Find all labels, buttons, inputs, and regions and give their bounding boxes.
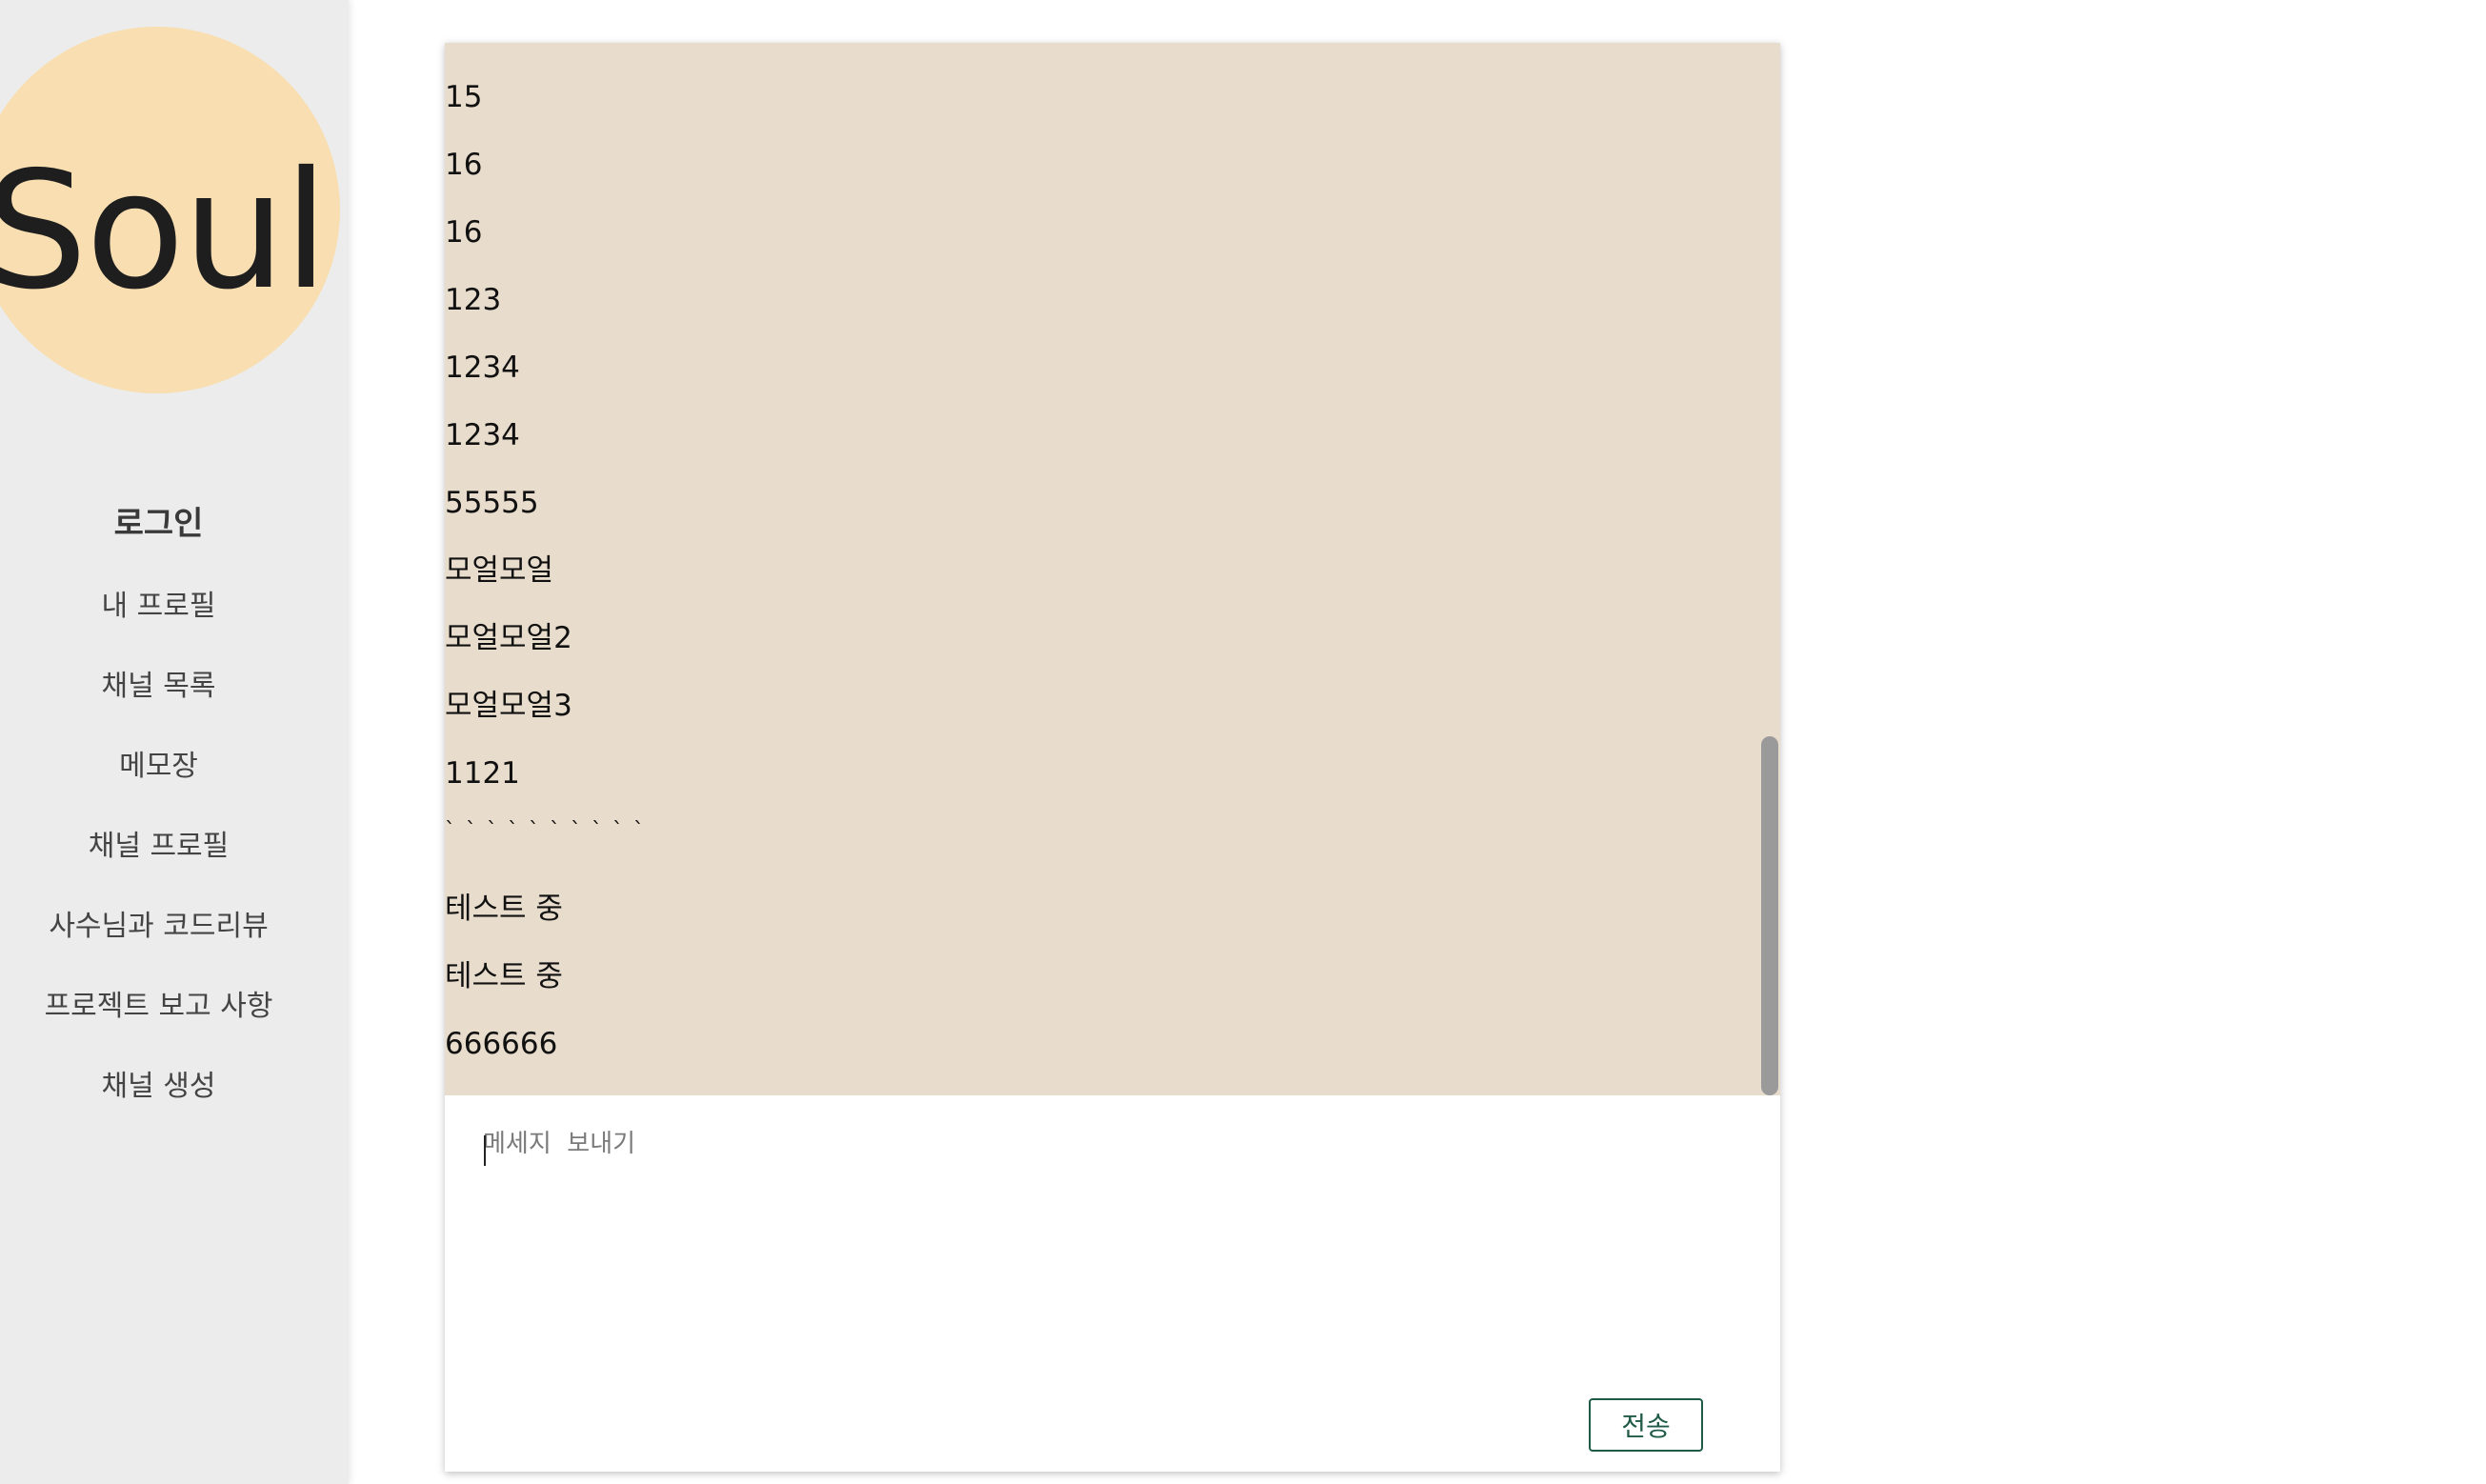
- message-item: 모얼모얼3: [445, 689, 572, 723]
- message-list[interactable]: 15 16 16 123 1234 1234 55555 모얼모얼 모얼모얼2 …: [445, 43, 1780, 1095]
- message-item: 테스트 중: [445, 892, 563, 926]
- logo[interactable]: Soul: [0, 27, 340, 393]
- sidebar-item-my-profile[interactable]: 내 프로필: [0, 583, 317, 631]
- message-item: 15: [445, 80, 483, 114]
- sidebar-item-code-review[interactable]: 사수님과 코드리뷰: [0, 903, 317, 951]
- sidebar: Soul 로그인 내 프로필 채널 목록 메모장 채널 프로필 사수님과 코드리…: [0, 0, 349, 1484]
- message-input[interactable]: [483, 1124, 1740, 1372]
- message-item: 테스트 중: [445, 959, 563, 993]
- message-item: 666666: [445, 1027, 558, 1061]
- message-item: 모얼모얼: [445, 553, 554, 588]
- sidebar-item-channel-profile[interactable]: 채널 프로필: [0, 823, 317, 871]
- send-button[interactable]: 전송: [1589, 1398, 1703, 1452]
- text-caret: [484, 1135, 486, 1166]
- message-item: 모얼모얼2: [445, 621, 572, 655]
- message-item: 123: [445, 283, 502, 317]
- sidebar-item-create-channel[interactable]: 채널 생성: [0, 1063, 317, 1111]
- sidebar-item-login[interactable]: 로그인: [0, 495, 317, 552]
- message-scrollbar[interactable]: [1759, 43, 1780, 1095]
- sidebar-item-project-report[interactable]: 프로젝트 보고 사항: [0, 983, 317, 1031]
- sidebar-item-memo[interactable]: 메모장: [0, 743, 317, 791]
- message-item: 1121: [445, 756, 520, 791]
- chat-panel: 15 16 16 123 1234 1234 55555 모얼모얼 모얼모얼2 …: [445, 43, 1780, 1472]
- message-item: 1234: [445, 351, 520, 385]
- logo-text: Soul: [0, 137, 329, 326]
- message-item: 16: [445, 148, 483, 182]
- message-item: 1234: [445, 418, 520, 452]
- message-item: 16: [445, 215, 483, 250]
- sidebar-item-channel-list[interactable]: 채널 목록: [0, 663, 317, 711]
- message-item: ` ` ` ` ` ` ` ` ` `: [445, 819, 646, 843]
- scrollbar-thumb[interactable]: [1761, 736, 1778, 1095]
- message-item: 55555: [445, 486, 539, 520]
